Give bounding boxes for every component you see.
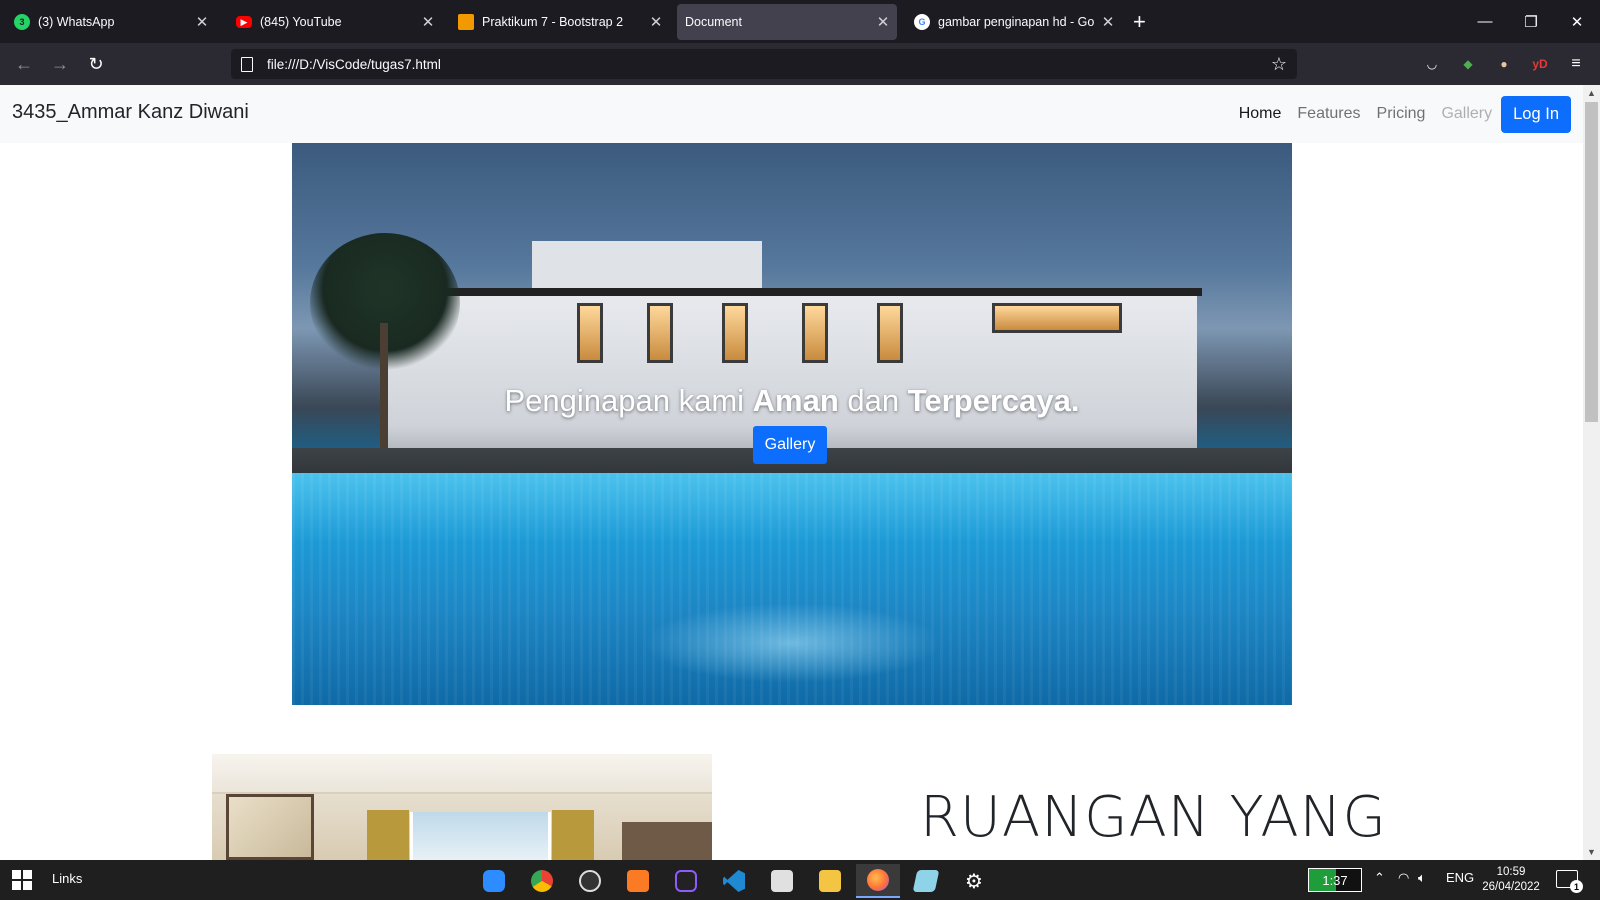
tab-bar: 3 (3) WhatsApp ✕ ▶ (845) YouTube ✕ Prakt… (0, 0, 1600, 43)
restore-icon[interactable]: ❐ (1508, 0, 1554, 43)
hero-caption: Penginapan kami Aman dan Terpercaya. (504, 383, 1080, 418)
clock-date: 26/04/2022 (1482, 881, 1540, 893)
classroom-icon (458, 14, 474, 30)
section-title: RUANGAN YANG (920, 785, 1387, 850)
close-tab-icon[interactable]: ✕ (642, 13, 670, 31)
page-viewport: 3435_Ammar Kanz Diwani Home Features Pri… (0, 85, 1600, 860)
obs-icon[interactable] (568, 864, 612, 898)
close-tab-icon[interactable]: ✕ (869, 13, 897, 31)
curtain (552, 810, 594, 860)
address-bar[interactable]: file:///D:/VisCode/tugas7.html ☆ (231, 49, 1297, 79)
chrome-icon[interactable] (520, 864, 564, 898)
site-brand[interactable]: 3435_Ammar Kanz Diwani (12, 101, 249, 124)
youtube-icon: ▶ (236, 16, 252, 28)
tab-google[interactable]: G gambar penginapan hd - Googl ✕ (904, 4, 1122, 40)
taskbar: Links ⚙ 1:37 ⌃ ◠ 🔈︎ ENG 10:59 26/04/2022… (0, 860, 1600, 900)
window (722, 303, 748, 363)
site-navbar: 3435_Ammar Kanz Diwani Home Features Pri… (0, 85, 1583, 143)
scroll-thumb[interactable] (1585, 102, 1598, 422)
cabinet (622, 822, 712, 860)
notepad-icon[interactable] (904, 864, 948, 898)
nav-pricing[interactable]: Pricing (1377, 105, 1426, 123)
tab-youtube[interactable]: ▶ (845) YouTube ✕ (226, 4, 442, 40)
nav-home[interactable]: Home (1239, 105, 1282, 123)
tab-title: (3) WhatsApp (38, 15, 115, 29)
nav-gallery: Gallery (1441, 105, 1493, 122)
extension-icon[interactable]: ◆ (1458, 54, 1478, 74)
file-explorer-icon[interactable] (808, 864, 852, 898)
ydl-extension-icon[interactable]: yD (1530, 54, 1550, 74)
close-tab-icon[interactable]: ✕ (188, 13, 216, 31)
tab-title: (845) YouTube (260, 15, 342, 29)
scroll-down-icon[interactable]: ▼ (1583, 844, 1600, 860)
close-window-icon[interactable]: ✕ (1554, 0, 1600, 43)
tab-document[interactable]: Document ✕ (677, 4, 897, 40)
forward-icon[interactable]: → (46, 50, 74, 78)
room-window (410, 812, 551, 860)
wall-painting (226, 794, 314, 860)
login-button[interactable]: Log In (1501, 95, 1571, 133)
tab-whatsapp[interactable]: 3 (3) WhatsApp ✕ (4, 4, 216, 40)
language-indicator[interactable]: ENG (1446, 870, 1474, 885)
window (577, 303, 603, 363)
wifi-icon[interactable]: ◠ (1398, 870, 1409, 886)
window (647, 303, 673, 363)
clock[interactable]: 10:59 26/04/2022 (1478, 865, 1544, 895)
notification-count: 1 (1570, 880, 1583, 893)
chevron-up-icon[interactable]: ⌃ (1374, 870, 1385, 886)
battery-indicator[interactable]: 1:37 (1308, 868, 1362, 892)
window (877, 303, 903, 363)
windows-start-icon[interactable] (12, 870, 32, 890)
hero-image: Penginapan kami Aman dan Terpercaya. Gal… (292, 143, 1292, 705)
clock-time: 10:59 (1496, 866, 1526, 878)
site-menu: Home Features Pricing Gallery Log In (1223, 85, 1583, 143)
gallery-button[interactable]: Gallery (753, 426, 827, 464)
tab-praktikum[interactable]: Praktikum 7 - Bootstrap 2 ✕ (448, 4, 670, 40)
notification-icon[interactable]: 1 (1556, 870, 1583, 893)
file-icon (241, 56, 253, 72)
tab-title: gambar penginapan hd - Googl (938, 15, 1094, 29)
window (802, 303, 828, 363)
back-icon[interactable]: ← (10, 50, 38, 78)
page-scrollbar[interactable]: ▲ ▼ (1583, 85, 1600, 860)
zoom-icon[interactable] (472, 864, 516, 898)
url-text[interactable]: file:///D:/VisCode/tugas7.html (267, 57, 1261, 72)
xampp-icon[interactable] (616, 864, 660, 898)
clapper-app-icon[interactable] (760, 864, 804, 898)
whatsapp-icon: 3 (14, 14, 30, 30)
close-tab-icon[interactable]: ✕ (1094, 13, 1122, 31)
window (992, 303, 1122, 333)
ceiling (212, 754, 712, 794)
room-image (212, 754, 712, 860)
close-tab-icon[interactable]: ✕ (414, 13, 442, 31)
minimize-icon[interactable]: — (1462, 0, 1508, 43)
pool-reflection (642, 603, 942, 683)
vscode-icon[interactable] (712, 864, 756, 898)
bookmark-star-icon[interactable]: ☆ (1261, 54, 1297, 75)
links-toolbar[interactable]: Links (52, 871, 82, 886)
volume-icon[interactable]: 🔈︎ (1418, 870, 1426, 886)
tab-title: Document (685, 15, 742, 29)
scroll-up-icon[interactable]: ▲ (1583, 85, 1600, 101)
nox-icon[interactable] (664, 864, 708, 898)
browser-toolbar: ← → ↻ file:///D:/VisCode/tugas7.html ☆ ◡… (0, 43, 1600, 85)
nav-features[interactable]: Features (1297, 105, 1360, 123)
google-icon: G (914, 14, 930, 30)
tab-title: Praktikum 7 - Bootstrap 2 (482, 15, 624, 29)
battery-time: 1:37 (1322, 872, 1348, 888)
settings-gear-icon[interactable]: ⚙ (952, 864, 996, 898)
extension-avatar-icon[interactable]: ● (1494, 54, 1514, 74)
curtain (367, 810, 409, 860)
reload-icon[interactable]: ↻ (82, 50, 110, 78)
pocket-icon[interactable]: ◡ (1422, 54, 1442, 74)
building-roof (382, 288, 1202, 296)
new-tab-icon[interactable]: + (1133, 9, 1146, 35)
firefox-icon[interactable] (856, 864, 900, 898)
menu-icon[interactable]: ≡ (1566, 54, 1586, 74)
